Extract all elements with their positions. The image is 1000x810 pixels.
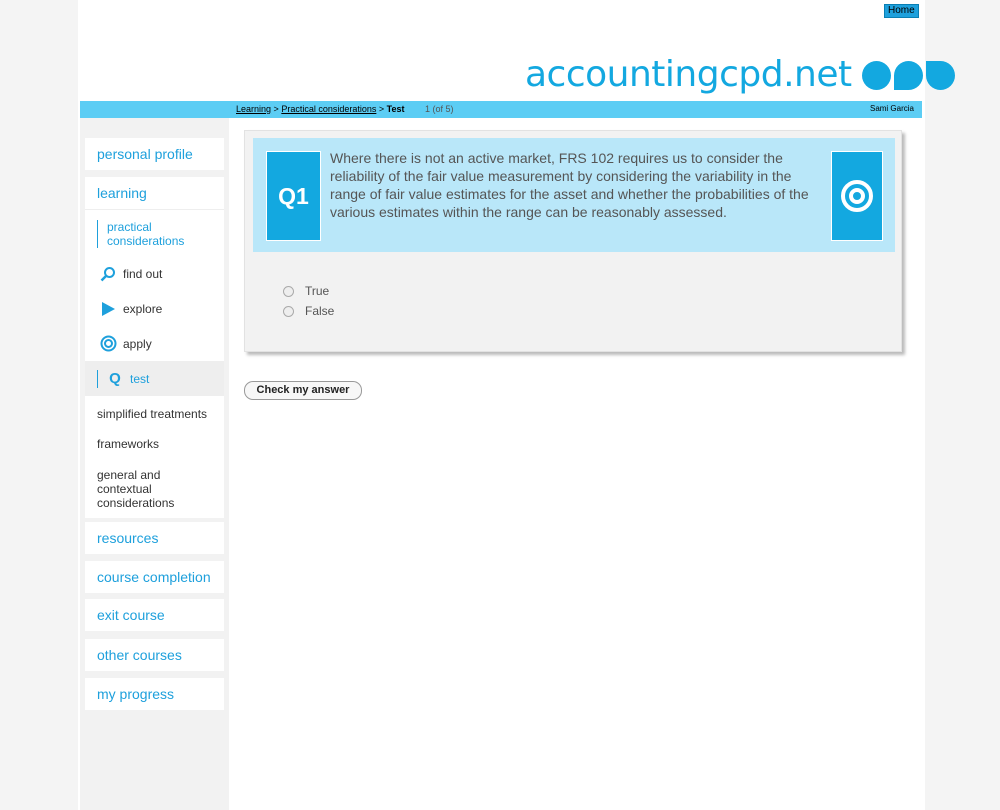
breadcrumb-practical-considerations[interactable]: Practical considerations: [281, 104, 376, 114]
page: Home accountingcpd.net Learning > Practi…: [78, 0, 955, 810]
question-header: Q1 Where there is not an active market, …: [253, 138, 895, 252]
question-panel: Q1 Where there is not an active market, …: [244, 130, 902, 352]
logo-mark-icon: [861, 60, 955, 90]
nav-resources[interactable]: resources: [85, 522, 224, 554]
play-icon: [99, 301, 117, 317]
nav-label: other courses: [97, 647, 182, 663]
breadcrumb: Learning > Practical considerations > Te…: [236, 104, 454, 114]
answer-options: True False: [283, 281, 334, 321]
question-counter: 1 (of 5): [425, 104, 454, 114]
nav-my-progress[interactable]: my progress: [85, 678, 224, 710]
stage-label: find out: [123, 266, 163, 281]
breadcrumb-current: Test: [386, 104, 405, 114]
stage-label: explore: [123, 301, 163, 316]
magnifier-icon: [99, 266, 117, 282]
stage-label: test: [130, 371, 150, 386]
sidebar: personal profile learning practical cons…: [80, 118, 229, 810]
stage-apply[interactable]: apply: [85, 326, 224, 361]
stage-test[interactable]: Q test: [85, 361, 224, 396]
stage-explore[interactable]: explore: [85, 291, 224, 326]
radio-false[interactable]: [283, 305, 294, 317]
question-text: Where there is not an active market, FRS…: [330, 150, 809, 220]
nav-course-completion[interactable]: course completion: [85, 561, 224, 593]
logo-text: accountingcpd.net: [525, 54, 852, 95]
nav-label: course completion: [97, 569, 211, 585]
stage-find-out[interactable]: find out: [85, 256, 224, 291]
q-icon: Q: [109, 370, 121, 387]
breadcrumb-separator: >: [378, 104, 385, 114]
option-true[interactable]: True: [283, 281, 334, 301]
home-button[interactable]: Home: [884, 4, 919, 18]
nav-personal-profile[interactable]: personal profile: [85, 138, 224, 170]
check-answer-button[interactable]: Check my answer: [244, 381, 362, 400]
nav-label: my progress: [97, 686, 175, 702]
option-label: False: [305, 304, 335, 318]
logo[interactable]: accountingcpd.net: [525, 55, 955, 95]
nav-exit-course[interactable]: exit course: [85, 599, 224, 631]
nav-general-contextual[interactable]: general and contextual considerations: [85, 458, 209, 518]
nav-learning[interactable]: learning: [85, 177, 224, 210]
user-name: Sami Garcia: [869, 104, 914, 113]
nav-label: exit course: [97, 607, 165, 623]
nav-simplified-treatments[interactable]: simplified treatments: [85, 400, 224, 428]
option-false[interactable]: False: [283, 301, 334, 321]
nav-other-courses[interactable]: other courses: [85, 639, 224, 671]
radio-true[interactable]: [283, 285, 294, 297]
top-bar: Learning > Practical considerations > Te…: [80, 101, 922, 118]
nav-label: personal profile: [97, 146, 193, 162]
stage-label: apply: [123, 336, 152, 351]
breadcrumb-separator: >: [273, 104, 279, 114]
nav-practical-considerations[interactable]: practical considerations: [97, 220, 224, 248]
target-icon: [99, 335, 117, 352]
breadcrumb-learning[interactable]: Learning: [236, 104, 271, 114]
target-icon: [831, 151, 883, 241]
option-label: True: [305, 284, 330, 298]
nav-label: resources: [97, 530, 159, 546]
question-number: Q1: [266, 151, 321, 241]
nav-frameworks[interactable]: frameworks: [85, 428, 224, 458]
nav-learning-group: learning practical considerations find o…: [85, 177, 224, 518]
